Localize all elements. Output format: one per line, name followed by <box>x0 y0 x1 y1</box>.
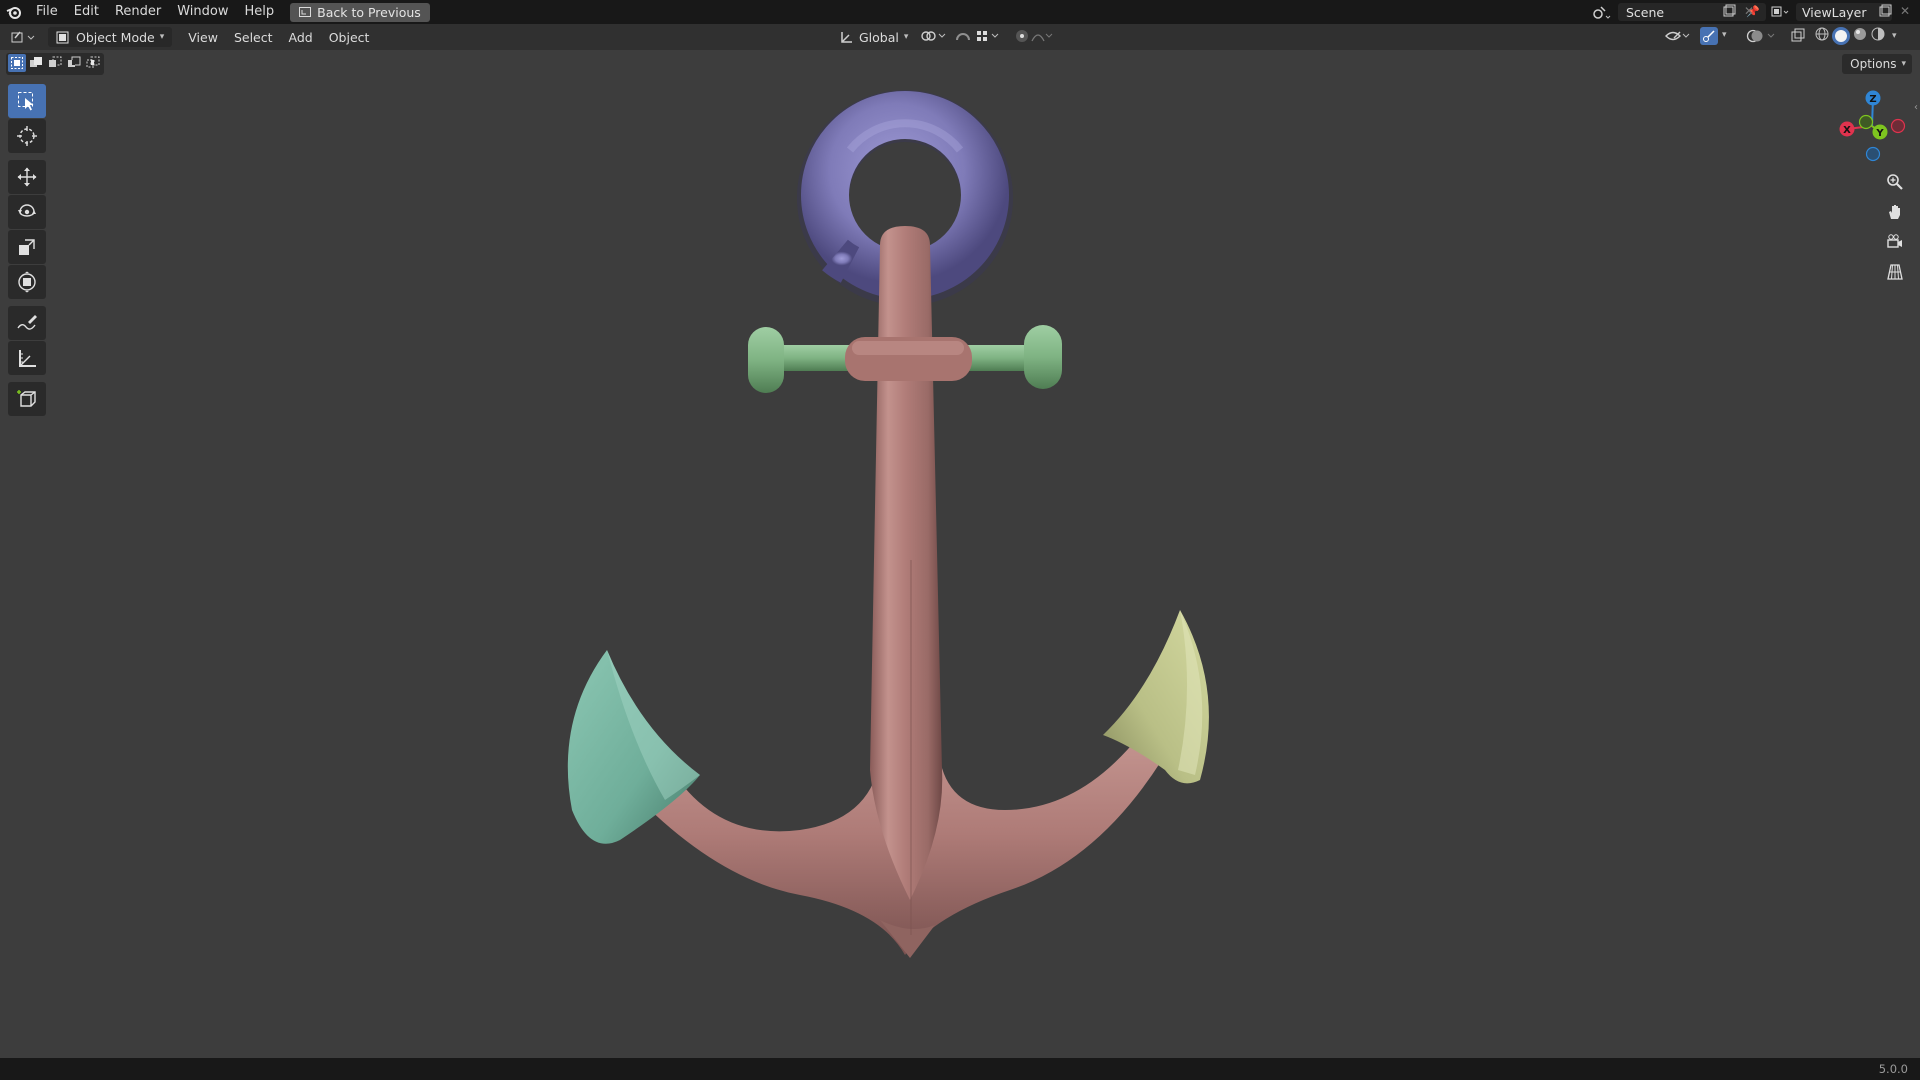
selection-mode-group <box>6 53 104 75</box>
menu-add[interactable]: Add <box>281 27 321 47</box>
new-view-layer-icon[interactable] <box>1878 4 1892 22</box>
select-box-tool-icon[interactable] <box>8 84 46 118</box>
overlays-icon[interactable] <box>1746 28 1778 48</box>
chevron-down-icon: ▾ <box>903 32 909 42</box>
wireframe-shading-icon[interactable] <box>1814 26 1830 46</box>
xray-icon[interactable] <box>1790 28 1806 48</box>
snap-icon[interactable] <box>954 28 972 48</box>
gizmo-x-label: X <box>1843 125 1851 136</box>
menu-edit[interactable]: Edit <box>66 0 107 24</box>
transform-tool-icon[interactable] <box>8 265 46 299</box>
menu-help[interactable]: Help <box>237 0 283 24</box>
new-scene-icon[interactable] <box>1722 4 1738 20</box>
status-bar: 5.0.0 <box>0 1058 1920 1080</box>
perspective-toggle-icon[interactable] <box>1880 258 1910 286</box>
sidebar-toggle-icon[interactable]: ‹ <box>1914 102 1918 113</box>
editor-type-icon <box>11 31 35 43</box>
menu-select[interactable]: Select <box>226 27 281 47</box>
menu-object[interactable]: Object <box>321 27 378 47</box>
rotate-tool-icon[interactable] <box>8 195 46 229</box>
object-mode-icon <box>56 31 69 43</box>
orientation-icon <box>841 32 852 43</box>
blender-logo-icon[interactable] <box>0 0 28 24</box>
camera-view-icon[interactable] <box>1880 228 1910 256</box>
scene-selector-icon[interactable] <box>1588 3 1616 21</box>
mode-label: Object Mode <box>76 29 155 45</box>
back-to-previous-button[interactable]: Back to Previous <box>290 2 430 22</box>
navigation-gizmo[interactable]: Z X Y <box>1836 84 1908 164</box>
menu-render[interactable]: Render <box>107 0 169 24</box>
add-cube-tool-icon[interactable] <box>8 382 46 416</box>
move-tool-icon[interactable] <box>8 160 46 194</box>
select-difference-icon[interactable] <box>65 54 83 72</box>
annotate-tool-icon[interactable] <box>8 306 46 340</box>
screen-icon <box>299 7 312 17</box>
gizmo-z-label: Z <box>1869 94 1876 105</box>
delete-scene-icon[interactable]: ✕ <box>1744 4 1754 18</box>
options-label: Options <box>1850 57 1897 71</box>
delete-view-layer-icon[interactable]: ✕ <box>1900 4 1910 18</box>
anchor-fluke-right[interactable] <box>1103 610 1209 784</box>
tool-shelf <box>8 84 48 417</box>
gizmo-dropdown-icon[interactable]: ▾ <box>1722 30 1727 40</box>
pivot-point-icon[interactable] <box>920 28 948 44</box>
view-layer-icon[interactable] <box>1766 3 1794 21</box>
viewport-navigation <box>1880 168 1912 288</box>
back-to-previous-label: Back to Previous <box>317 4 421 20</box>
gizmo-toggle-icon[interactable] <box>1700 27 1718 45</box>
transform-orientation-dropdown[interactable]: Global ▾ <box>832 27 916 47</box>
orientation-label: Global <box>859 29 899 45</box>
visibility-selectability-icon[interactable] <box>1664 28 1692 48</box>
select-set-icon[interactable] <box>8 54 26 72</box>
view-layer-name: ViewLayer <box>1802 4 1867 20</box>
menu-window[interactable]: Window <box>169 0 236 24</box>
chevron-down-icon: ▾ <box>1901 59 1906 69</box>
options-dropdown[interactable]: Options ▾ <box>1842 54 1912 74</box>
shading-modes: ▾ <box>1814 27 1897 45</box>
pan-hand-icon[interactable] <box>1880 198 1910 226</box>
anchor-model[interactable] <box>540 80 1240 980</box>
mode-dropdown[interactable]: Object Mode ▾ <box>48 27 173 47</box>
cursor-tool-icon[interactable] <box>8 119 46 153</box>
editor-type-button[interactable] <box>4 27 44 47</box>
zoom-icon[interactable] <box>1880 168 1910 196</box>
menu-file[interactable]: File <box>28 0 66 24</box>
menu-view[interactable]: View <box>180 27 226 47</box>
version-label: 5.0.0 <box>1878 1062 1908 1076</box>
snap-target-icon[interactable] <box>976 28 1002 48</box>
top-menu-bar: File Edit Render Window Help Back to Pre… <box>0 0 1920 24</box>
chevron-down-icon: ▾ <box>159 32 165 42</box>
rendered-shading-icon[interactable] <box>1870 26 1886 46</box>
proportional-edit-icon[interactable] <box>1014 28 1054 48</box>
material-shading-icon[interactable] <box>1852 26 1868 46</box>
solid-shading-icon[interactable] <box>1832 27 1850 45</box>
viewport-header: Object Mode ▾ View Select Add Object Glo… <box>0 24 1920 50</box>
select-extend-icon[interactable] <box>27 54 45 72</box>
measure-tool-icon[interactable] <box>8 341 46 375</box>
shading-dropdown-icon[interactable]: ▾ <box>1892 31 1897 41</box>
scale-tool-icon[interactable] <box>8 230 46 264</box>
select-subtract-icon[interactable] <box>46 54 64 72</box>
select-intersect-icon[interactable] <box>84 54 102 72</box>
gizmo-y-label: Y <box>1875 128 1884 139</box>
scene-name: Scene <box>1626 4 1665 20</box>
